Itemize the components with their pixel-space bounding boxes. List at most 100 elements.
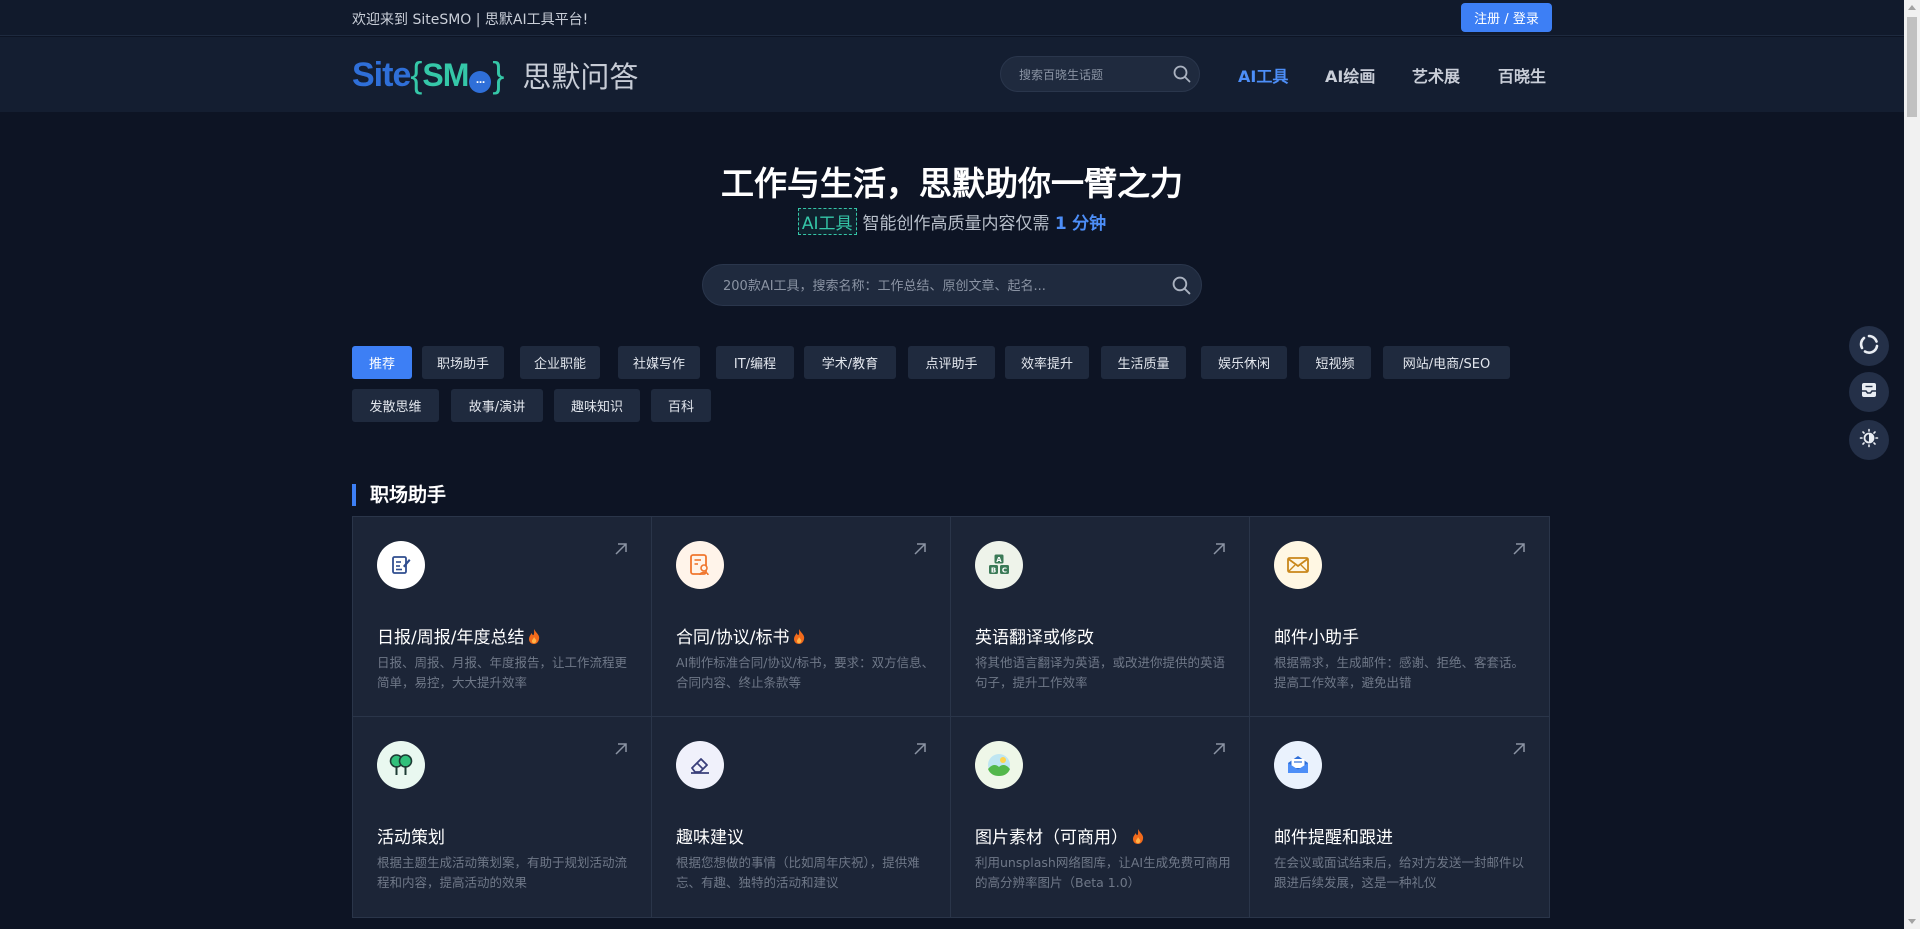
svg-text:B: B <box>991 567 996 575</box>
card-title: 图片素材（可商用） <box>975 823 1145 850</box>
header-search-input[interactable] <box>1019 65 1159 85</box>
category-tab[interactable]: 社媒写作 <box>618 346 700 379</box>
card-description: AI制作标准合同/协议/标书，要求：双方信息、合同内容、终止条款等 <box>676 655 935 690</box>
category-tab[interactable]: 生活质量 <box>1101 346 1186 379</box>
chat-bubble-icon: ··· <box>469 70 492 93</box>
card-title: 活动策划 <box>377 823 445 848</box>
tool-card[interactable]: 日报/周报/年度总结 日报、周报、月报、年度报告，让工作流程更简单，易控，大大提… <box>353 517 652 717</box>
category-tab[interactable]: 学术/教育 <box>804 346 896 379</box>
search-icon[interactable] <box>1172 276 1191 299</box>
scroll-thumb[interactable] <box>1907 17 1917 117</box>
scroll-up-arrow-icon[interactable] <box>1908 5 1916 10</box>
card-title-text: 日报/周报/年度总结 <box>377 628 525 648</box>
header-search <box>1000 56 1200 92</box>
category-tab[interactable]: 职场助手 <box>422 346 504 379</box>
card-title-text: 活动策划 <box>377 828 445 848</box>
scroll-down-arrow-icon[interactable] <box>1908 919 1916 924</box>
main-search-input[interactable] <box>723 276 1153 296</box>
card-description: 日报、周报、月报、年度报告，让工作流程更简单，易控，大大提升效率 <box>377 655 628 690</box>
logo-site-text: Site <box>352 55 411 94</box>
fire-icon <box>527 628 541 650</box>
category-tab[interactable]: 效率提升 <box>1005 346 1089 379</box>
search-icon[interactable] <box>1173 65 1191 87</box>
theme-toggle-button[interactable] <box>1849 420 1889 460</box>
category-tab[interactable]: IT/编程 <box>716 346 794 379</box>
tool-card[interactable]: 合同/协议/标书 AI制作标准合同/协议/标书，要求：双方信息、合同内容、终止条… <box>652 517 951 717</box>
category-tab[interactable]: 趣味知识 <box>554 389 640 422</box>
top-bar: 欢迎来到 SiteSMO | 思默AI工具平台! 注册 / 登录 <box>0 0 1904 36</box>
category-tab[interactable]: 点评助手 <box>908 346 995 379</box>
card-title: 邮件提醒和跟进 <box>1274 823 1393 848</box>
abc-blocks-icon: ABC <box>975 541 1023 589</box>
card-description: 将其他语言翻译为英语，或改进你提供的英语句子，提升工作效率 <box>975 655 1226 690</box>
card-title: 邮件小助手 <box>1274 623 1359 648</box>
card-description: 根据您想做的事情（比如周年庆祝），提供难忘、有趣、独特的活动和建议 <box>676 855 920 890</box>
svg-text:A: A <box>996 556 1002 564</box>
fire-icon <box>792 628 806 650</box>
eraser-icon <box>676 741 724 789</box>
subtitle-unit: 分钟 <box>1072 214 1107 234</box>
category-tab[interactable]: 网站/电商/SEO <box>1383 346 1510 379</box>
tool-card[interactable]: 趣味建议 根据您想做的事情（比如周年庆祝），提供难忘、有趣、独特的活动和建议 <box>652 717 951 917</box>
card-description: 根据需求，生成邮件：感谢、拒绝、客套话。提高工作效率，避免出错 <box>1274 655 1525 690</box>
category-tab[interactable]: 推荐 <box>352 346 412 379</box>
subtitle-text: 智能创作高质量内容仅需 <box>862 214 1050 234</box>
tool-card[interactable]: 图片素材（可商用） 利用unsplash网络图库，让AI生成免费可商用的高分辨率… <box>951 717 1250 917</box>
contract-icon <box>676 541 724 589</box>
logo-brace-close: } <box>492 54 505 95</box>
arrow-up-right-icon <box>1211 741 1227 761</box>
welcome-text: 欢迎来到 SiteSMO | 思默AI工具平台! <box>352 12 589 28</box>
nav-ai-painting[interactable]: AI绘画 <box>1325 63 1375 87</box>
card-title: 趣味建议 <box>676 823 744 848</box>
header: Site { SM··· } 思默问答 AI工具 AI绘画 艺术展 百晓生 <box>0 37 1904 112</box>
nav-art-exhibition[interactable]: 艺术展 <box>1412 63 1460 87</box>
section-title: 职场助手 <box>352 484 446 506</box>
main-search <box>702 264 1202 306</box>
theme-toggle-icon <box>1859 428 1879 452</box>
inbox-icon <box>1859 380 1879 404</box>
tool-card[interactable]: 邮件小助手 根据需求，生成邮件：感谢、拒绝、客套话。提高工作效率，避免出错 <box>1250 517 1549 717</box>
arrow-up-right-icon <box>1511 541 1527 561</box>
subtitle-number: 1 <box>1054 214 1067 234</box>
arrow-up-right-icon <box>912 541 928 561</box>
card-title: 英语翻译或修改 <box>975 623 1094 648</box>
arrow-up-right-icon <box>912 741 928 761</box>
tool-card[interactable]: ABC 英语翻译或修改 将其他语言翻译为英语，或改进你提供的英语句子，提升工作效… <box>951 517 1250 717</box>
card-title: 日报/周报/年度总结 <box>377 623 541 650</box>
tool-grid: 日报/周报/年度总结 日报、周报、月报、年度报告，让工作流程更简单，易控，大大提… <box>352 516 1550 918</box>
refresh-button[interactable] <box>1849 326 1889 366</box>
ai-tools-tag: AI工具 <box>797 208 857 235</box>
register-login-button[interactable]: 注册 / 登录 <box>1461 3 1552 32</box>
category-tab[interactable]: 短视频 <box>1299 346 1371 379</box>
card-description: 根据主题生成活动策划案，有助于规划活动流程和内容，提高活动的效果 <box>377 855 628 890</box>
category-tab[interactable]: 娱乐休闲 <box>1201 346 1287 379</box>
tool-card[interactable]: 邮件提醒和跟进 在会议或面试结束后，给对方发送一封邮件以跟进后续发展，这是一种礼… <box>1250 717 1549 917</box>
svg-text:C: C <box>1002 567 1007 575</box>
category-tab[interactable]: 发散思维 <box>352 389 439 422</box>
card-title: 合同/协议/标书 <box>676 623 806 650</box>
card-description: 在会议或面试结束后，给对方发送一封邮件以跟进后续发展，这是一种礼仪 <box>1274 855 1525 890</box>
inbox-button[interactable] <box>1849 372 1889 412</box>
card-title-text: 趣味建议 <box>676 828 744 848</box>
nav-baixiaosheng[interactable]: 百晓生 <box>1498 63 1546 87</box>
category-tab[interactable]: 故事/演讲 <box>451 389 543 422</box>
card-title-text: 合同/协议/标书 <box>676 628 790 648</box>
card-title-text: 英语翻译或修改 <box>975 628 1094 648</box>
landscape-image-icon <box>975 741 1023 789</box>
page-scrollbar[interactable] <box>1904 0 1920 929</box>
arrow-up-right-icon <box>1511 741 1527 761</box>
category-tab[interactable]: 百科 <box>651 389 711 422</box>
arrow-up-right-icon <box>1211 541 1227 561</box>
tool-card[interactable]: 活动策划 根据主题生成活动策划案，有助于规划活动流程和内容，提高活动的效果 <box>353 717 652 917</box>
logo-brace-open: { <box>410 54 423 95</box>
refresh-icon <box>1858 333 1880 359</box>
nav-ai-tools[interactable]: AI工具 <box>1238 63 1288 87</box>
card-title-text: 邮件提醒和跟进 <box>1274 828 1393 848</box>
hero-title: 工作与生活，思默助你一臂之力 <box>721 164 1183 203</box>
hero-subtitle: AI工具 智能创作高质量内容仅需 1 分钟 <box>0 208 1904 235</box>
category-tab[interactable]: 企业职能 <box>520 346 600 379</box>
arrow-up-right-icon <box>613 541 629 561</box>
logo-chinese-text: 思默问答 <box>522 60 639 94</box>
site-logo[interactable]: Site { SM ··· } 思默问答 <box>352 54 639 95</box>
envelope-icon <box>1274 541 1322 589</box>
